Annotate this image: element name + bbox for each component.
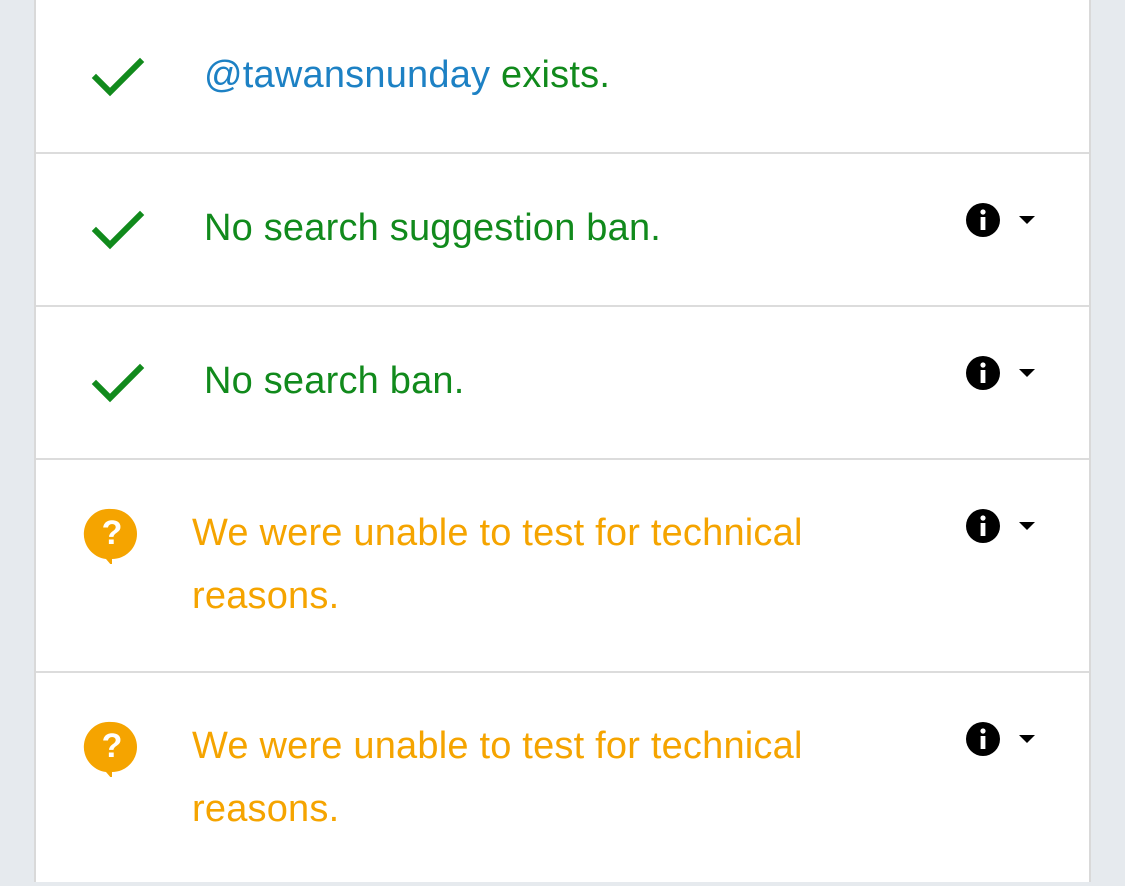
results-panel: @tawansnunday exists. No search suggesti… xyxy=(34,0,1091,882)
row-controls xyxy=(965,721,1037,757)
username-handle: @tawansnunday xyxy=(204,54,491,96)
row-controls xyxy=(965,508,1037,544)
result-row-account-exists: @tawansnunday exists. xyxy=(36,0,1089,154)
question-bubble-icon: ? xyxy=(83,721,137,777)
question-bubble-icon: ? xyxy=(83,508,137,564)
result-row-ghost-ban: ? We were unable to test for technical r… xyxy=(36,460,1089,673)
checkmark-icon xyxy=(91,57,145,97)
row-controls xyxy=(965,355,1037,391)
result-message: No search ban. xyxy=(204,360,465,402)
checkmark-icon xyxy=(91,210,145,250)
caret-down-icon[interactable] xyxy=(1017,520,1037,532)
info-icon[interactable] xyxy=(965,202,1001,238)
result-row-search-ban: No search ban. xyxy=(36,307,1089,460)
caret-down-icon[interactable] xyxy=(1017,367,1037,379)
caret-down-icon[interactable] xyxy=(1017,733,1037,745)
result-message: We were unable to test for technical rea… xyxy=(192,512,803,617)
info-icon[interactable] xyxy=(965,508,1001,544)
info-icon[interactable] xyxy=(965,355,1001,391)
checkmark-icon xyxy=(91,363,145,403)
info-icon[interactable] xyxy=(965,721,1001,757)
caret-down-icon[interactable] xyxy=(1017,214,1037,226)
result-row-reply-deboosting: ? We were unable to test for technical r… xyxy=(36,673,1089,886)
svg-text:?: ? xyxy=(102,727,123,765)
result-row-search-suggestion-ban: No search suggestion ban. xyxy=(36,154,1089,307)
result-message: No search suggestion ban. xyxy=(204,207,662,249)
svg-text:?: ? xyxy=(102,514,123,552)
row-controls xyxy=(965,202,1037,238)
result-message: We were unable to test for technical rea… xyxy=(192,725,803,830)
result-message: @tawansnunday exists. xyxy=(204,54,611,96)
